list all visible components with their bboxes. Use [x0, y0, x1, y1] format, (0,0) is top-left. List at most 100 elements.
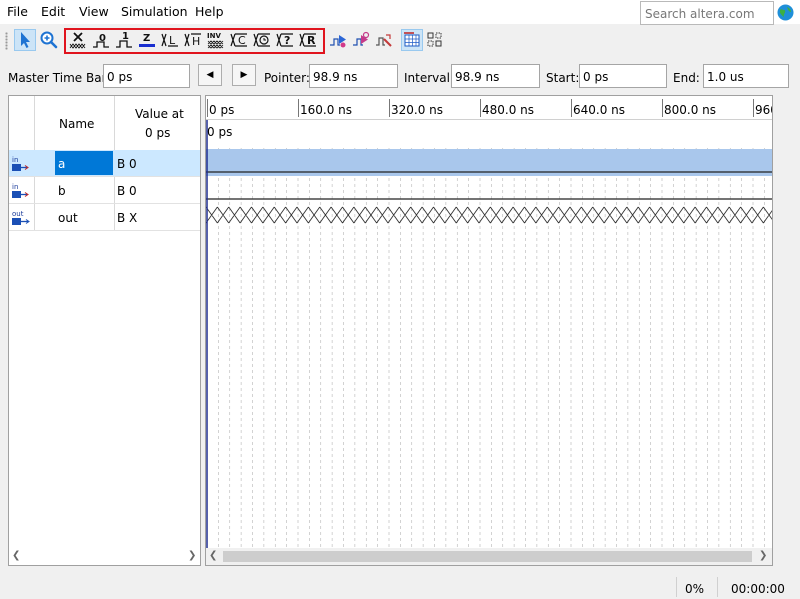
- weak-high-icon: H: [184, 33, 201, 48]
- invert-button[interactable]: INV: [205, 29, 227, 51]
- signal-list-horizontal-scrollbar[interactable]: ❮ ❯: [9, 548, 200, 565]
- scroll-left-icon[interactable]: ❮: [209, 550, 217, 561]
- svg-text:R: R: [307, 34, 316, 47]
- menu-view[interactable]: View: [79, 4, 109, 19]
- signal-value: B 0: [117, 184, 137, 198]
- invert-icon: INV: [207, 32, 224, 49]
- arbitrary-value-icon: ?: [276, 33, 293, 47]
- selection-tool-button[interactable]: [14, 29, 36, 51]
- waveform-horizontal-scrollbar[interactable]: ❮ ❯: [206, 548, 772, 565]
- count-value-button[interactable]: C: [228, 29, 250, 51]
- run-timing-simulation-icon: [353, 31, 370, 46]
- previous-transition-button[interactable]: ◀: [198, 64, 222, 86]
- start-label: Start:: [546, 71, 580, 85]
- snap-to-grid-button[interactable]: [401, 29, 423, 51]
- menu-help[interactable]: Help: [195, 4, 224, 19]
- pointer-field[interactable]: 98.9 ns: [309, 64, 398, 88]
- svg-text:in: in: [12, 156, 18, 164]
- zoom-tool-button[interactable]: [38, 29, 60, 51]
- force-high-impedance-button[interactable]: Z: [136, 29, 158, 51]
- pointer-arrow-icon: [21, 32, 30, 48]
- svg-text:out: out: [12, 210, 24, 218]
- name-column-header[interactable]: Name: [59, 117, 94, 131]
- clock-icon: [253, 33, 270, 47]
- output-pin-icon: out: [12, 210, 30, 225]
- group-signals-button[interactable]: [424, 29, 446, 51]
- input-pin-icon: in: [12, 183, 29, 198]
- ruler-tick: [753, 99, 754, 117]
- interval-field[interactable]: 98.9 ns: [451, 64, 540, 88]
- globe-icon[interactable]: [777, 4, 794, 21]
- svg-text:Z: Z: [143, 33, 150, 44]
- menu-simulation[interactable]: Simulation: [121, 4, 188, 19]
- master-time-bar-field[interactable]: 0 ps: [103, 64, 190, 88]
- input-pin-icon: in: [12, 156, 29, 171]
- force-unknown-button[interactable]: [67, 29, 89, 51]
- arrow-left-icon: ◀: [206, 70, 214, 80]
- toolbar-grip[interactable]: [5, 32, 8, 50]
- signal-row-out[interactable]: out out B X: [9, 204, 200, 231]
- svg-text:H: H: [192, 35, 200, 48]
- run-functional-simulation-button[interactable]: [327, 29, 349, 51]
- force-weak-low-button[interactable]: L: [159, 29, 181, 51]
- force-low-button[interactable]: 0: [90, 29, 112, 51]
- search-input[interactable]: Search altera.com: [640, 1, 774, 25]
- interval-label: Interval:: [404, 71, 454, 85]
- next-transition-button[interactable]: ▶: [232, 64, 256, 86]
- ruler-tick: [298, 99, 299, 117]
- signal-name[interactable]: a: [55, 151, 113, 175]
- waveform-panel[interactable]: 0 ps 160.0 ns 320.0 ns 480.0 ns 640.0 ns 800.…: [205, 95, 773, 566]
- svg-text:C: C: [238, 34, 246, 47]
- waveform-toolbar: 0 1 Z L H INV C ? R: [0, 28, 800, 54]
- force-high-button[interactable]: 1: [113, 29, 135, 51]
- search-placeholder: Search altera.com: [645, 7, 755, 21]
- count-value-icon: C: [230, 33, 247, 47]
- force-weak-high-button[interactable]: H: [182, 29, 204, 51]
- arbitrary-value-button[interactable]: ?: [274, 29, 296, 51]
- random-values-icon: R: [299, 33, 316, 47]
- start-field[interactable]: 0 ps: [579, 64, 667, 88]
- pointer-label: Pointer:: [264, 71, 310, 85]
- master-time-bar-marker-label: 0 ps: [207, 125, 233, 139]
- svg-text:?: ?: [284, 34, 290, 47]
- menu-bar: File Edit View Simulation Help Search al…: [0, 0, 800, 25]
- ruler-tick-label: 0 ps: [209, 103, 235, 117]
- signal-name[interactable]: out: [55, 205, 113, 229]
- arrow-right-icon: ▶: [240, 70, 248, 80]
- menu-edit[interactable]: Edit: [41, 4, 65, 19]
- run-functional-simulation-icon: [330, 35, 346, 48]
- signal-name[interactable]: b: [55, 178, 113, 202]
- waveform-canvas[interactable]: [206, 96, 772, 549]
- signal-row-b[interactable]: in b B 0: [9, 177, 200, 204]
- weak-low-icon: L: [161, 33, 178, 47]
- ruler-tick-label: 160.0 ns: [300, 103, 353, 117]
- value-column-header[interactable]: Value at: [135, 107, 184, 121]
- scroll-right-icon[interactable]: ❯: [759, 550, 767, 561]
- signal-list-panel: Name Value at 0 ps in a B 0 in b B 0 out: [8, 95, 201, 566]
- end-label: End:: [673, 71, 700, 85]
- overwrite-clock-button[interactable]: [251, 29, 273, 51]
- ruler-tick: [480, 99, 481, 117]
- random-values-button[interactable]: R: [297, 29, 319, 51]
- end-field[interactable]: 1.0 us: [703, 64, 789, 88]
- menu-file[interactable]: File: [7, 4, 28, 19]
- master-time-bar-label: Master Time Bar:: [8, 71, 111, 85]
- scrollbar-thumb[interactable]: [223, 551, 752, 562]
- svg-text:in: in: [12, 183, 18, 191]
- signal-row-a[interactable]: in a B 0: [9, 150, 200, 177]
- group-signals-icon: [427, 32, 442, 47]
- ruler-tick: [571, 99, 572, 117]
- ruler-tick: [662, 99, 663, 117]
- force-unknown-icon: [69, 32, 86, 49]
- generate-netlist-icon: [376, 34, 392, 47]
- svg-text:1: 1: [122, 31, 129, 42]
- generate-netlist-button[interactable]: [373, 29, 395, 51]
- run-timing-simulation-button[interactable]: [350, 29, 372, 51]
- ruler-tick-label: 640.0 ns: [573, 103, 626, 117]
- time-ruler[interactable]: 0 ps 160.0 ns 320.0 ns 480.0 ns 640.0 ns 800.…: [206, 96, 772, 120]
- scroll-right-icon[interactable]: ❯: [188, 550, 196, 561]
- scroll-left-icon[interactable]: ❮: [12, 550, 20, 561]
- ruler-tick: [389, 99, 390, 117]
- ruler-tick-label: 960.0 ns: [755, 103, 772, 117]
- elapsed-time: 00:00:00: [731, 582, 785, 596]
